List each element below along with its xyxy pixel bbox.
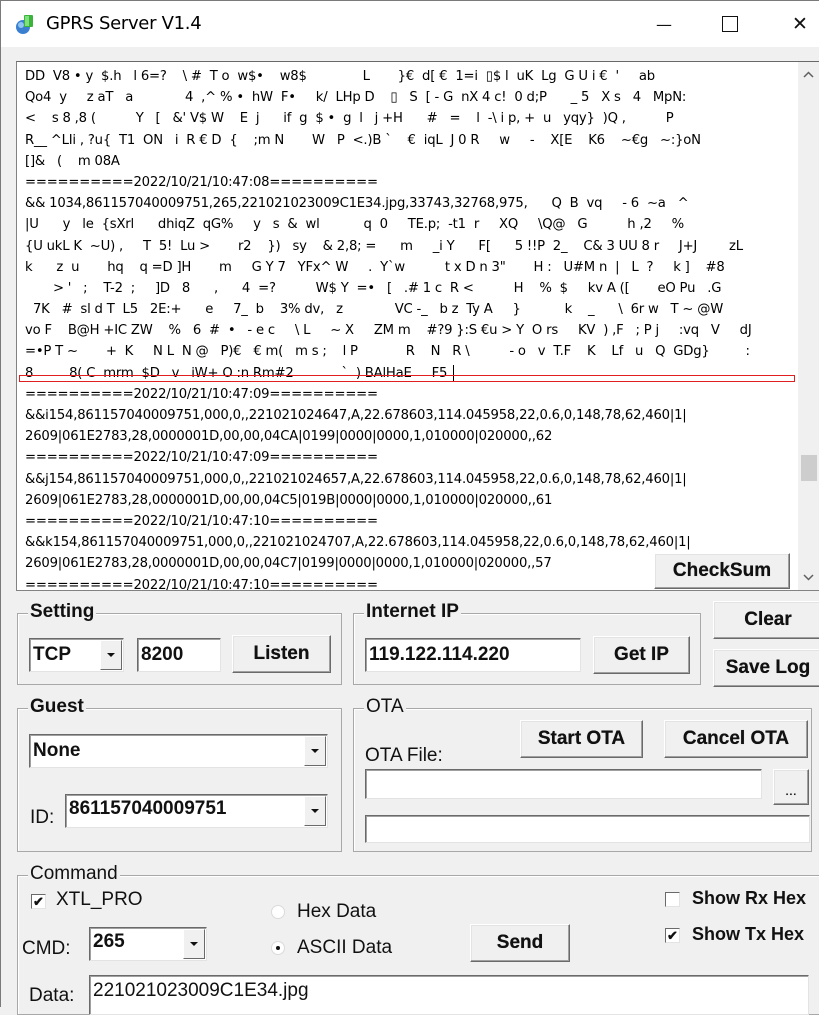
log-line: 2609|061E2783,28,0000001D,00,00,04C5|019… <box>25 492 553 508</box>
cmd-label: CMD: <box>22 938 71 959</box>
close-icon: ✕ <box>792 13 808 35</box>
dropdown-arrow-icon <box>107 653 115 657</box>
log-line: Qo4 y z aT a 4 ,^ % • hW F• k/ LHp D ▯ S… <box>25 90 687 106</box>
log-line: R__ ^LIi , ?u{ T1 ON i R € D { ;m N W P … <box>25 132 701 148</box>
xtl-pro-checkbox[interactable]: ✔ <box>31 894 46 909</box>
clear-button[interactable]: Clear <box>713 601 819 639</box>
ota-file-label: OTA File: <box>365 745 443 766</box>
check-icon: ✔ <box>33 894 44 909</box>
send-button[interactable]: Send <box>470 924 570 962</box>
window-title: GPRS Server V1.4 <box>46 13 202 34</box>
log-line: vo F B@H +IC ZW % 6 # • - e c \ L ~ X ZM… <box>25 323 752 339</box>
guest-value: None <box>33 740 81 761</box>
show-tx-hex-label: Show Tx Hex <box>692 924 805 944</box>
log-line: ==========2022/10/21/10:47:08========== <box>25 174 378 190</box>
protocol-select[interactable]: TCP <box>29 638 124 672</box>
show-rx-hex-label: Show Rx Hex <box>692 888 807 908</box>
app-icon <box>16 15 33 34</box>
get-ip-button[interactable]: Get IP <box>593 636 690 674</box>
id-dropdown-button[interactable] <box>304 796 326 826</box>
hex-data-radio[interactable] <box>271 905 285 919</box>
scroll-down-button[interactable] <box>798 567 819 588</box>
internet-ip-group-label: Internet IP <box>364 601 461 623</box>
protocol-dropdown-button[interactable] <box>100 640 122 670</box>
log-line: ==========2022/10/21/10:47:09========== <box>25 386 378 402</box>
dropdown-arrow-icon <box>311 809 319 813</box>
log-line: DD V8 • y $.h l 6=? \ # T o w$• w8$ L }€… <box>25 69 655 84</box>
port-input[interactable]: 8200 <box>137 638 221 672</box>
log-textarea[interactable]: DD V8 • y $.h l 6=? \ # T o w$• w8$ L }€… <box>16 61 819 591</box>
show-rx-hex-checkbox[interactable] <box>665 892 680 907</box>
scroll-up-button[interactable] <box>798 64 819 85</box>
checksum-button[interactable]: CheckSum <box>654 553 790 589</box>
log-line: > ' ; T-2 ; ]D 8 , 4 =? W$ Y =• [ .# 1 c… <box>25 280 722 296</box>
id-value: 861157040009751 <box>69 798 227 819</box>
browse-ota-file-button[interactable]: ... <box>773 769 809 805</box>
cancel-ota-button[interactable]: Cancel OTA <box>664 720 808 758</box>
save-log-button[interactable]: Save Log <box>713 649 819 687</box>
log-line: ==========2022/10/21/10:47:09========== <box>25 450 378 466</box>
close-button[interactable]: ✕ <box>777 1 819 47</box>
log-line: 7K # sl d T L5 2E:+ e 7_ b 3% dv, z VC -… <box>25 302 724 318</box>
ip-input[interactable]: 119.122.114.220 <box>365 638 581 672</box>
ota-progress-field <box>365 815 810 843</box>
data-value: 221021023009C1E34.jpg <box>93 980 309 1001</box>
log-line: && 1034,861157040009751,265,221021023009… <box>25 196 689 212</box>
log-line: |U y le {sXrl dhiqZ qG% y s & wl q 0 TE.… <box>25 217 684 233</box>
log-scrollbar[interactable] <box>798 62 819 590</box>
id-label: ID: <box>30 807 55 828</box>
data-input[interactable]: 221021023009C1E34.jpg <box>89 975 809 1015</box>
title-bar: GPRS Server V1.4 — ✕ <box>1 1 819 47</box>
maximize-icon <box>722 16 738 32</box>
log-line: {U ukL K ~U) , T 5! Lu > r2 }) sy & 2,8;… <box>25 238 743 254</box>
protocol-value: TCP <box>33 644 71 665</box>
data-label: Data: <box>29 985 75 1006</box>
guest-group: Guest <box>17 696 342 852</box>
ascii-data-radio[interactable] <box>271 941 285 955</box>
port-value: 8200 <box>141 644 184 665</box>
scroll-thumb[interactable] <box>801 455 817 481</box>
guest-dropdown-button[interactable] <box>304 736 326 766</box>
guest-group-label: Guest <box>28 696 86 718</box>
log-line: < s 8 ,8 ( Y [ &' V$ W E j if g $ • g l … <box>25 111 674 127</box>
xtl-pro-label: XTL_PRO <box>56 889 143 910</box>
start-ota-button[interactable]: Start OTA <box>520 720 643 758</box>
minimize-icon: — <box>656 14 672 34</box>
ota-group-label: OTA <box>364 696 406 718</box>
log-content: DD V8 • y $.h l 6=? \ # T o w$• w8$ L }€… <box>25 66 795 590</box>
show-tx-hex-checkbox[interactable]: ✔ <box>665 928 680 943</box>
check-icon: ✔ <box>667 928 678 943</box>
log-line: 2609|061E2783,28,0000001D,00,00,04CA|019… <box>25 429 553 445</box>
chevron-down-icon <box>803 574 814 581</box>
dropdown-arrow-icon <box>190 942 198 946</box>
ascii-data-label: ASCII Data <box>297 937 393 958</box>
guest-select[interactable]: None <box>29 734 328 768</box>
cmd-select[interactable]: 265 <box>89 927 207 961</box>
minimize-button[interactable]: — <box>641 1 687 47</box>
hex-data-label: Hex Data <box>297 901 377 922</box>
command-group-label: Command <box>28 863 120 885</box>
cmd-value: 265 <box>93 931 125 952</box>
log-line: &&k154,861157040009751,000,0,,2210210247… <box>25 535 691 551</box>
cmd-dropdown-button[interactable] <box>183 929 205 959</box>
log-line: k z u hq q =D ]H m G Y 7 YFx^ W . Y`w t … <box>25 259 725 275</box>
selection-highlight <box>19 375 795 382</box>
chevron-up-icon <box>803 71 814 78</box>
log-line: &&i154,861157040009751,000,0,,2210210246… <box>25 408 687 423</box>
app-window: GPRS Server V1.4 — ✕ DD V8 • y $.h l 6=?… <box>0 0 819 1015</box>
id-select[interactable]: 861157040009751 <box>65 794 328 828</box>
log-line: =•P T ~ + K N L N @ P)€ € m( m s ; l P R… <box>25 344 750 360</box>
maximize-button[interactable] <box>707 1 753 47</box>
log-line: &&j154,861157040009751,000,0,,2210210246… <box>25 471 687 487</box>
dropdown-arrow-icon <box>311 749 319 753</box>
setting-group-label: Setting <box>28 601 97 623</box>
listen-button[interactable]: Listen <box>232 635 331 673</box>
log-line: []& ( m 08A <box>25 153 120 169</box>
log-line: ==========2022/10/21/10:47:10========== <box>25 513 378 529</box>
ota-file-input[interactable] <box>365 769 762 799</box>
ip-value: 119.122.114.220 <box>369 644 510 665</box>
